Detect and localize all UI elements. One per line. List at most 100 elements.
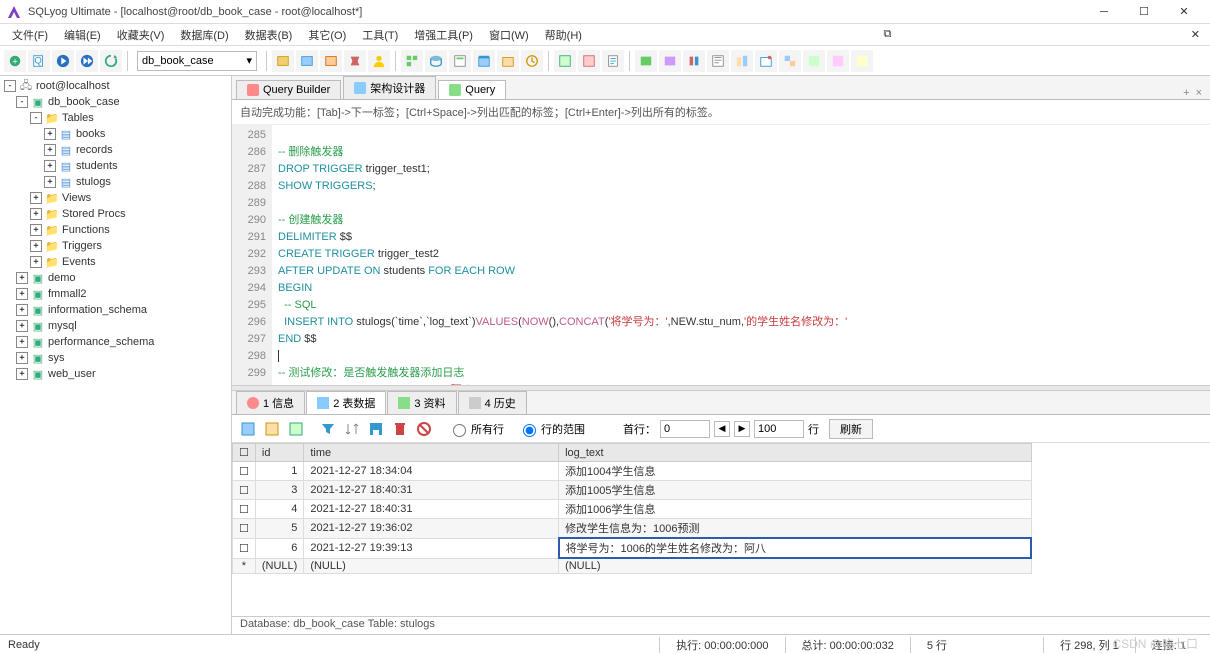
mdi-restore-button[interactable]: ⧉ <box>877 28 897 41</box>
grid-header-checkbox[interactable]: ☐ <box>233 444 256 462</box>
views-folder[interactable]: +📁Views <box>2 190 229 206</box>
cancel-button[interactable] <box>414 419 434 439</box>
tool-btn-8[interactable] <box>473 50 495 72</box>
tool-btn-16[interactable] <box>683 50 705 72</box>
radio-row-range[interactable] <box>523 424 536 437</box>
tool-btn-14[interactable] <box>635 50 657 72</box>
sort-button[interactable] <box>342 419 362 439</box>
prev-page-button[interactable]: ◀ <box>714 421 730 437</box>
tool-btn-5[interactable] <box>401 50 423 72</box>
menu-window[interactable]: 窗口(W) <box>481 25 537 45</box>
table-row-null[interactable]: *(NULL)(NULL)(NULL) <box>233 558 1032 574</box>
radio-all-rows[interactable] <box>453 424 466 437</box>
grid-header-logtext[interactable]: log_text <box>559 444 1031 462</box>
database-node[interactable]: +▣information_schema <box>2 302 229 318</box>
tool-btn-1[interactable] <box>272 50 294 72</box>
data-grid[interactable]: ☐ id time log_text ☐12021-12-27 18:34:04… <box>232 443 1210 616</box>
tool-btn-4[interactable] <box>344 50 366 72</box>
tool-btn-10[interactable] <box>521 50 543 72</box>
table-row[interactable]: ☐12021-12-27 18:34:04添加1004学生信息 <box>233 462 1032 481</box>
database-node[interactable]: +▣sys <box>2 350 229 366</box>
tool-btn-12[interactable] <box>578 50 600 72</box>
menu-help[interactable]: 帮助(H) <box>537 25 590 45</box>
filter-button[interactable] <box>318 419 338 439</box>
tool-btn-19[interactable] <box>755 50 777 72</box>
database-node[interactable]: +▣mysql <box>2 318 229 334</box>
execute-button[interactable] <box>52 50 74 72</box>
tab-history[interactable]: 4 历史 <box>458 391 527 414</box>
first-row-input[interactable] <box>660 420 710 438</box>
tab-schema-designer[interactable]: 架构设计器 <box>343 76 436 99</box>
menu-other[interactable]: 其它(O) <box>300 25 354 45</box>
tables-folder[interactable]: -📁Tables <box>2 110 229 126</box>
tab-info[interactable]: 1 信息 <box>236 391 305 414</box>
tab-close-button[interactable]: × <box>1196 87 1202 99</box>
tab-profile[interactable]: 3 资料 <box>387 391 456 414</box>
tool-btn-11[interactable] <box>554 50 576 72</box>
tab-query[interactable]: Query <box>438 80 506 99</box>
menu-file[interactable]: 文件(F) <box>4 25 56 45</box>
tool-btn-20[interactable] <box>779 50 801 72</box>
events-folder[interactable]: +📁Events <box>2 254 229 270</box>
refresh-button[interactable]: 刷新 <box>829 419 873 439</box>
tool-btn-18[interactable] <box>731 50 753 72</box>
tool-btn-7[interactable] <box>449 50 471 72</box>
menu-edit[interactable]: 编辑(E) <box>56 25 109 45</box>
next-page-button[interactable]: ▶ <box>734 421 750 437</box>
database-node[interactable]: +▣performance_schema <box>2 334 229 350</box>
database-node[interactable]: -▣db_book_case <box>2 94 229 110</box>
tool-btn-15[interactable] <box>659 50 681 72</box>
window-maximize-button[interactable]: ☐ <box>1124 2 1164 22</box>
tool-btn-2[interactable] <box>296 50 318 72</box>
tab-add-button[interactable]: + <box>1183 87 1189 99</box>
new-query-button[interactable]: Q <box>28 50 50 72</box>
table-node[interactable]: +▤students <box>2 158 229 174</box>
grid-tool-2[interactable] <box>262 419 282 439</box>
mdi-close-button[interactable]: ✕ <box>1185 28 1206 41</box>
database-selector[interactable]: db_book_case ▾ <box>137 51 257 71</box>
menu-table[interactable]: 数据表(B) <box>237 25 301 45</box>
tool-btn-21[interactable] <box>803 50 825 72</box>
tab-table-data[interactable]: 2 表数据 <box>306 391 386 414</box>
refresh-button[interactable] <box>100 50 122 72</box>
menu-database[interactable]: 数据库(D) <box>172 25 236 45</box>
object-browser[interactable]: -🖧root@localhost -▣db_book_case -📁Tables… <box>0 76 232 634</box>
user-button[interactable] <box>368 50 390 72</box>
triggers-folder[interactable]: +📁Triggers <box>2 238 229 254</box>
grid-header-time[interactable]: time <box>304 444 559 462</box>
save-button[interactable] <box>366 419 386 439</box>
functions-folder[interactable]: +📁Functions <box>2 222 229 238</box>
grid-header-id[interactable]: id <box>255 444 303 462</box>
tool-btn-23[interactable] <box>851 50 873 72</box>
sql-editor[interactable]: 2852862872882892902912922932942952962972… <box>232 125 1210 385</box>
server-node[interactable]: -🖧root@localhost <box>2 78 229 94</box>
tool-btn-17[interactable] <box>707 50 729 72</box>
tab-query-builder[interactable]: Query Builder <box>236 80 341 99</box>
execute-all-button[interactable] <box>76 50 98 72</box>
new-connection-button[interactable]: + <box>4 50 26 72</box>
tool-btn-22[interactable] <box>827 50 849 72</box>
delete-button[interactable] <box>390 419 410 439</box>
database-node[interactable]: +▣fmmall2 <box>2 286 229 302</box>
database-node[interactable]: +▣web_user <box>2 366 229 382</box>
menu-favorites[interactable]: 收藏夹(V) <box>109 25 173 45</box>
table-row[interactable]: ☐32021-12-27 18:40:31添加1005学生信息 <box>233 481 1032 500</box>
table-node[interactable]: +▤records <box>2 142 229 158</box>
table-node[interactable]: +▤books <box>2 126 229 142</box>
procs-folder[interactable]: +📁Stored Procs <box>2 206 229 222</box>
table-row[interactable]: ☐42021-12-27 18:40:31添加1006学生信息 <box>233 500 1032 519</box>
table-row[interactable]: ☐52021-12-27 19:36:02修改学生信息为：1006预测 <box>233 519 1032 539</box>
limit-input[interactable] <box>754 420 804 438</box>
grid-tool-1[interactable] <box>238 419 258 439</box>
tool-btn-13[interactable] <box>602 50 624 72</box>
table-row[interactable]: ☐62021-12-27 19:39:13将学号为：1006的学生姓名修改为：阿… <box>233 538 1032 558</box>
tool-btn-9[interactable] <box>497 50 519 72</box>
code-area[interactable]: -- 删除触发器DROP TRIGGER trigger_test1;SHOW … <box>272 125 1210 385</box>
menu-powertools[interactable]: 增强工具(P) <box>406 25 481 45</box>
tool-btn-3[interactable] <box>320 50 342 72</box>
window-minimize-button[interactable]: ─ <box>1084 2 1124 22</box>
table-node[interactable]: +▤stulogs <box>2 174 229 190</box>
menu-tools[interactable]: 工具(T) <box>354 25 406 45</box>
grid-tool-3[interactable] <box>286 419 306 439</box>
tool-btn-6[interactable] <box>425 50 447 72</box>
